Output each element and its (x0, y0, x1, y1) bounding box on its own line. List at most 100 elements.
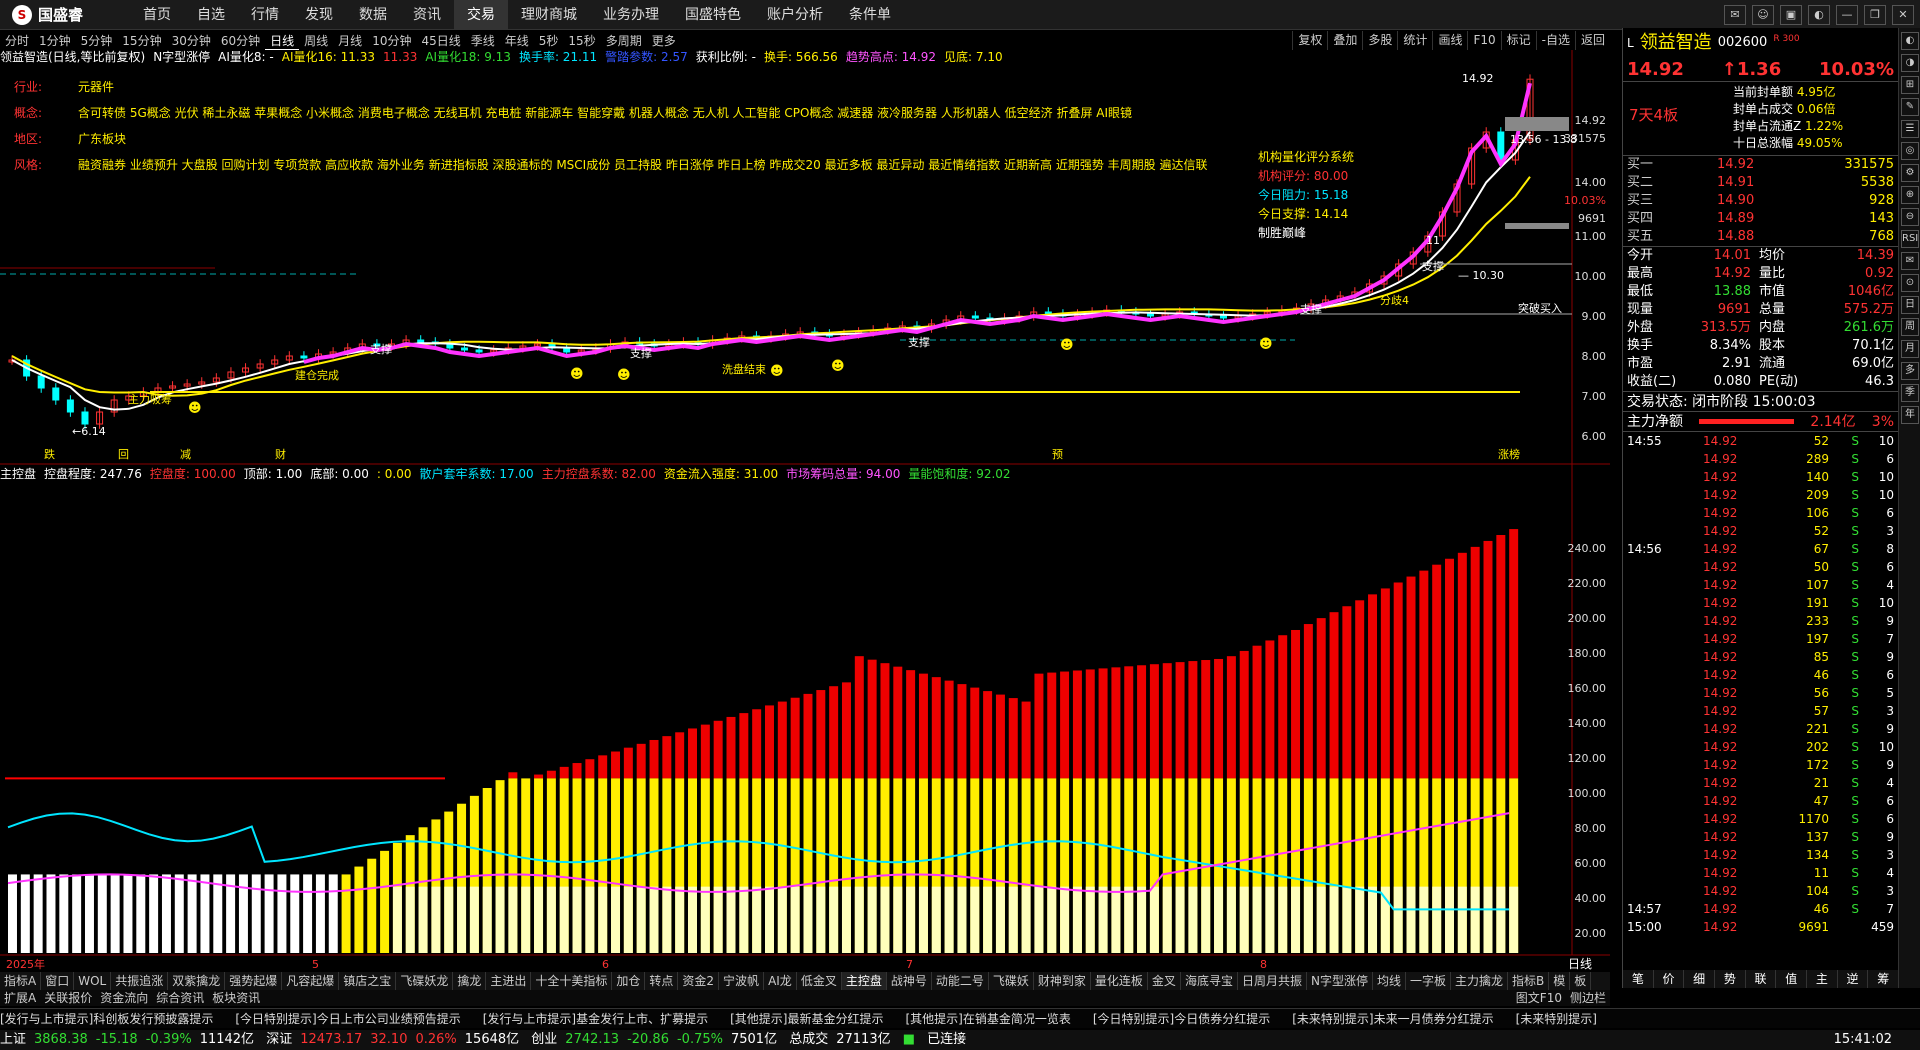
indicator-tab-10[interactable]: 主进出 (486, 972, 532, 990)
bid-row[interactable]: 买三 14.90 928 (1623, 192, 1898, 210)
indicator-tab-15[interactable]: 宁波帆 (719, 972, 765, 990)
message-icon[interactable]: ✉ (1724, 5, 1746, 25)
news-item-2[interactable]: [发行与上市提示]基金发行上市、扩募提示 (483, 1012, 708, 1026)
indicator-tab-9[interactable]: 擒龙 (453, 972, 487, 990)
side-icon-9[interactable]: RSI (1901, 230, 1919, 248)
indicator-tab-22[interactable]: 财神到家 (1034, 972, 1091, 990)
period-7[interactable]: 周线 (299, 32, 333, 49)
bid-row[interactable]: 买一 14.92 331575 (1623, 156, 1898, 174)
period-0[interactable]: 分时 (0, 32, 34, 49)
mail-icon[interactable]: ▣ (1780, 5, 1802, 25)
indicator-tab-7[interactable]: 镇店之宝 (339, 972, 397, 990)
indicator-tab-21[interactable]: 飞碟妖 (989, 972, 1034, 990)
indicator-tab-5[interactable]: 强势起爆 (225, 972, 283, 990)
indicator-tab-11[interactable]: 十全十美指标 (531, 972, 613, 990)
side-icon-15[interactable]: 多 (1901, 362, 1919, 380)
menu-5[interactable]: 资讯 (400, 0, 454, 30)
side-icon-0[interactable]: ◐ (1901, 32, 1919, 50)
indicator-tab-4[interactable]: 双紫擒龙 (168, 972, 226, 990)
ext-tab-2[interactable]: 资金流向 (96, 990, 152, 1006)
indicator-tab-32[interactable]: 模 (1549, 972, 1571, 990)
skin-icon[interactable]: ◐ (1808, 5, 1830, 25)
indicator-tab-29[interactable]: 一字板 (1406, 972, 1451, 990)
indicator-tab-17[interactable]: 低金叉 (797, 972, 842, 990)
side-icon-17[interactable]: 年 (1901, 406, 1919, 424)
news-item-7[interactable]: [未来特别提示] (1516, 1012, 1597, 1026)
indicator-tab-24[interactable]: 金叉 (1148, 972, 1181, 990)
indicator-tab-12[interactable]: 加仓 (612, 972, 646, 990)
ext-right-tab-0[interactable]: 图文F10 (1512, 990, 1566, 1006)
period-6[interactable]: 日线 (265, 32, 300, 50)
tool-6[interactable]: 标记 (1500, 31, 1536, 50)
side-icon-3[interactable]: ✎ (1901, 98, 1919, 116)
indicator-tab-8[interactable]: 飞碟妖龙 (396, 972, 454, 990)
indicator-tab-23[interactable]: 量化连板 (1091, 972, 1148, 990)
indicator-tab-1[interactable]: 窗口 (41, 972, 75, 990)
side-icon-4[interactable]: ☰ (1901, 120, 1919, 138)
indicator-tab-26[interactable]: 日周月共振 (1238, 972, 1307, 990)
period-12[interactable]: 年线 (500, 32, 534, 49)
minimize-icon[interactable]: — (1836, 5, 1858, 25)
menu-2[interactable]: 行情 (238, 0, 292, 30)
quote-tab-8[interactable]: 筹 (1868, 970, 1900, 988)
period-13[interactable]: 5秒 (534, 32, 564, 49)
side-icon-14[interactable]: 月 (1901, 340, 1919, 358)
user-icon[interactable]: ☺ (1752, 5, 1774, 25)
tool-2[interactable]: 多股 (1362, 31, 1397, 50)
tool-1[interactable]: 叠加 (1327, 31, 1362, 50)
quote-tab-3[interactable]: 势 (1715, 970, 1746, 988)
news-item-1[interactable]: [今日特别提示]今日上市公司业绩预告提示 (235, 1012, 460, 1026)
period-3[interactable]: 15分钟 (117, 32, 166, 49)
menu-1[interactable]: 自选 (184, 0, 238, 30)
tool-4[interactable]: 画线 (1432, 31, 1467, 50)
indicator-tab-20[interactable]: 动能二号 (932, 972, 989, 990)
period-9[interactable]: 10分钟 (367, 32, 416, 49)
side-icon-8[interactable]: ⊖ (1901, 208, 1919, 226)
indicator-tab-6[interactable]: 凡容起爆 (282, 972, 340, 990)
indicator-tab-2[interactable]: WOL (74, 972, 112, 990)
side-icon-1[interactable]: ◑ (1901, 54, 1919, 72)
period-14[interactable]: 15秒 (563, 32, 600, 49)
indicator-tab-31[interactable]: 指标B (1508, 972, 1550, 990)
menu-8[interactable]: 业务办理 (590, 0, 672, 30)
indicator-tab-3[interactable]: 共振追涨 (111, 972, 169, 990)
period-2[interactable]: 5分钟 (76, 32, 118, 49)
side-icon-11[interactable]: ⊙ (1901, 274, 1919, 292)
side-icon-2[interactable]: ⊞ (1901, 76, 1919, 94)
side-icon-16[interactable]: 季 (1901, 384, 1919, 402)
indicator-tab-13[interactable]: 转点 (645, 972, 679, 990)
side-icon-12[interactable]: 日 (1901, 296, 1919, 314)
side-icon-7[interactable]: ⊕ (1901, 186, 1919, 204)
bid-row[interactable]: 买二 14.91 5538 (1623, 174, 1898, 192)
news-item-4[interactable]: [其他提示]在销基金简况一览表 (906, 1012, 1071, 1026)
menu-11[interactable]: 条件单 (836, 0, 904, 30)
ext-right-tab-1[interactable]: 侧边栏 (1566, 990, 1610, 1006)
indicator-tab-0[interactable]: 指标A (0, 972, 42, 990)
indicator-tab-25[interactable]: 海底寻宝 (1181, 972, 1238, 990)
quote-tab-0[interactable]: 笔 (1623, 970, 1654, 988)
ext-tab-1[interactable]: 关联报价 (40, 990, 96, 1006)
indicator-tab-16[interactable]: AI龙 (764, 972, 797, 990)
menu-9[interactable]: 国盛特色 (672, 0, 754, 30)
menu-0[interactable]: 首页 (130, 0, 184, 30)
menu-10[interactable]: 账户分析 (754, 0, 836, 30)
quote-tab-4[interactable]: 联 (1746, 970, 1777, 988)
period-5[interactable]: 60分钟 (216, 32, 265, 49)
ext-tab-0[interactable]: 扩展A (0, 990, 40, 1006)
indicator-tab-27[interactable]: N字型涨停 (1307, 972, 1373, 990)
period-1[interactable]: 1分钟 (34, 32, 76, 49)
quote-tab-1[interactable]: 价 (1654, 970, 1685, 988)
indicator-tab-19[interactable]: 战神号 (887, 972, 932, 990)
kline-chart[interactable]: 14.9233157514.0010.03%969111.0010.009.00… (0, 50, 1610, 970)
ext-tab-3[interactable]: 综合资讯 (152, 990, 208, 1006)
news-item-3[interactable]: [其他提示]最新基金分红提示 (730, 1012, 883, 1026)
quote-tab-7[interactable]: 逆 (1838, 970, 1869, 988)
menu-4[interactable]: 数据 (346, 0, 400, 30)
side-icon-10[interactable]: ✉ (1901, 252, 1919, 270)
bid-row[interactable]: 买五 14.88 768 (1623, 228, 1898, 246)
news-item-5[interactable]: [今日特别提示]今日债券分红提示 (1093, 1012, 1270, 1026)
quote-tab-2[interactable]: 细 (1684, 970, 1716, 988)
menu-3[interactable]: 发现 (292, 0, 346, 30)
tool-8[interactable]: 返回 (1574, 31, 1610, 50)
tick-list[interactable]: 14:55 14.92 52 S 10 14.92 289 S 6 14.92 140 S 10 14.9… (1623, 432, 1898, 936)
